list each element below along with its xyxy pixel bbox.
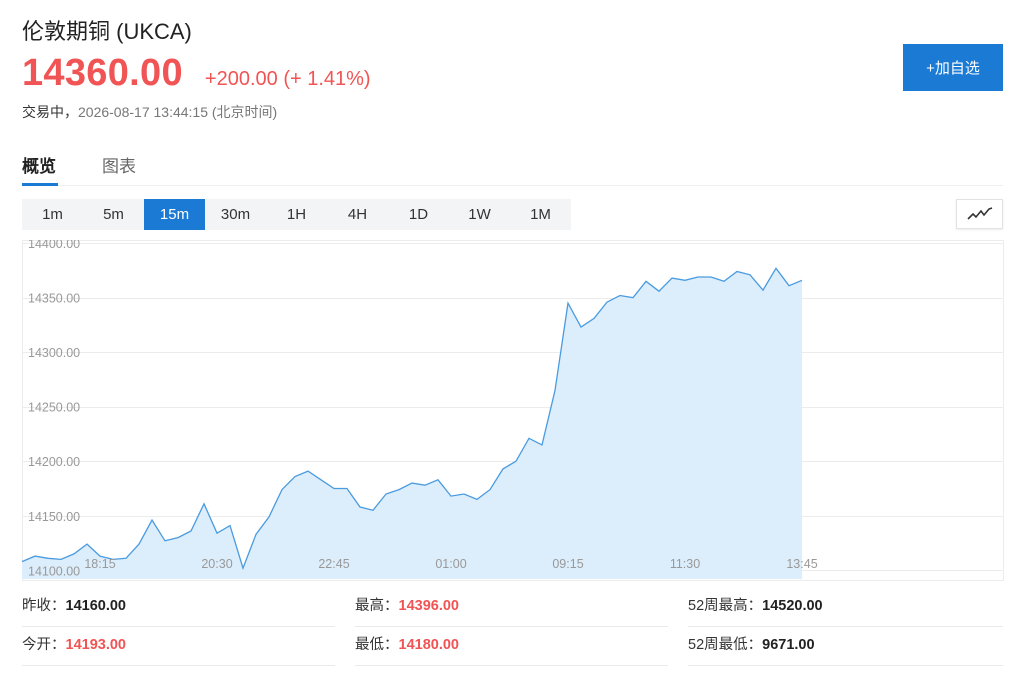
interval-5m[interactable]: 5m: [83, 199, 144, 230]
stat-value: 14520.00: [762, 598, 823, 614]
stats-row: 今开：14193.00 最低：14180.00 52周最低：9671.00: [22, 627, 1003, 666]
last-price: 14360.00: [22, 52, 183, 94]
interval-4h[interactable]: 4H: [327, 199, 388, 230]
trading-status: 交易中，2026-08-17 13:44:15 (北京时间): [22, 102, 277, 122]
y-tick-label: 14400.00: [28, 240, 80, 251]
y-tick-label: 14250.00: [28, 401, 80, 415]
stat-value: 14193.00: [65, 637, 126, 653]
x-tick-label: 09:15: [552, 557, 583, 571]
y-tick-label: 14150.00: [28, 510, 80, 524]
stat-label: 今开：: [22, 637, 66, 653]
stat-52w-low: 52周最低：9671.00: [688, 627, 1003, 666]
stat-value: 14396.00: [398, 598, 459, 614]
tab-overview[interactable]: 概览: [22, 152, 56, 177]
stat-open: 今开：14193.00: [22, 627, 335, 666]
tab-chart[interactable]: 图表: [102, 152, 136, 177]
stat-low: 最低：14180.00: [355, 627, 668, 666]
x-tick-label: 22:45: [318, 557, 349, 571]
price-row: 14360.00 +200.00 (+ 1.41%): [22, 52, 371, 95]
interval-30m[interactable]: 30m: [205, 199, 266, 230]
interval-1w[interactable]: 1W: [449, 199, 510, 230]
interval-1d[interactable]: 1D: [388, 199, 449, 230]
x-tick-label: 11:30: [670, 557, 700, 571]
x-tick-label: 20:30: [201, 557, 232, 571]
tab-bar: 概览 图表: [22, 148, 1003, 186]
active-tab-underline: [22, 183, 58, 186]
stat-label: 52周最低：: [688, 637, 763, 653]
stat-value: 9671.00: [762, 637, 815, 653]
interval-1mo[interactable]: 1M: [510, 199, 571, 230]
instrument-title: 伦敦期铜 (UKCA): [22, 19, 192, 44]
price-change: +200.00 (+ 1.41%): [204, 68, 371, 90]
stat-high: 最高：14396.00: [355, 588, 668, 627]
price-chart[interactable]: 14100.00 14150.00 14200.00 14250.00 14300.00…: [22, 240, 1004, 581]
y-tick-label: 14200.00: [28, 455, 80, 469]
interval-15m[interactable]: 15m: [144, 199, 205, 230]
line-chart-icon: [966, 207, 992, 220]
y-tick-label: 14350.00: [28, 292, 80, 306]
interval-1h[interactable]: 1H: [266, 199, 327, 230]
interval-selector: 1m 5m 15m 30m 1H 4H 1D 1W 1M: [22, 199, 571, 230]
stat-label: 最高：: [355, 598, 399, 614]
stat-52w-high: 52周最高：14520.00: [688, 588, 1003, 627]
stat-value: 14160.00: [65, 598, 126, 614]
add-to-watchlist-button[interactable]: +加自选: [903, 44, 1003, 91]
stat-label: 昨收：: [22, 598, 66, 614]
y-tick-label: 14100.00: [28, 564, 80, 578]
stats-row: 昨收：14160.00 最高：14396.00 52周最高：14520.00: [22, 588, 1003, 627]
stat-label: 最低：: [355, 637, 399, 653]
y-tick-label: 14300.00: [28, 346, 80, 360]
stat-prev-close: 昨收：14160.00: [22, 588, 335, 627]
stat-value: 14180.00: [398, 637, 459, 653]
interval-1m[interactable]: 1m: [22, 199, 83, 230]
x-tick-label: 01:00: [435, 557, 466, 571]
status-label: 交易中，: [22, 104, 78, 120]
status-time: 2026-08-17 13:44:15 (北京时间): [78, 104, 278, 120]
stat-label: 52周最高：: [688, 598, 763, 614]
chart-type-button[interactable]: [956, 199, 1003, 229]
x-tick-label: 13:45: [786, 557, 817, 571]
x-tick-label: 18:15: [84, 557, 115, 571]
